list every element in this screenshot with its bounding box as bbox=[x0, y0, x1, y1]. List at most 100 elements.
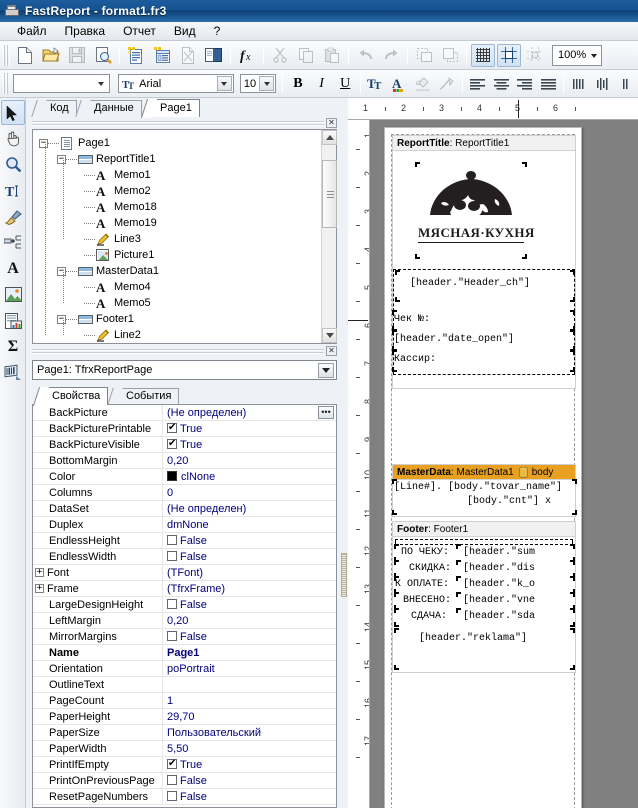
property-value[interactable]: (TFont) bbox=[163, 565, 336, 581]
tab-events[interactable]: События bbox=[114, 388, 179, 404]
tree-node-footer1[interactable]: −Footer1 bbox=[39, 311, 336, 327]
property-value[interactable] bbox=[163, 677, 336, 693]
tab-code[interactable]: Код bbox=[38, 100, 77, 116]
memo-sdacha-label[interactable]: СДАЧА: bbox=[395, 609, 455, 626]
font-name-combo[interactable]: TT Arial bbox=[118, 74, 234, 93]
menu-item-file[interactable]: Файл bbox=[8, 22, 56, 40]
property-row-outlinetext[interactable]: OutlineText bbox=[33, 677, 336, 693]
scroll-thumb[interactable] bbox=[322, 160, 337, 228]
bold-button[interactable]: B bbox=[287, 72, 309, 95]
menu-item-report[interactable]: Отчет bbox=[114, 22, 165, 40]
master-data-band-header[interactable]: MasterData: MasterData1 body bbox=[393, 465, 575, 480]
save-report-button[interactable] bbox=[65, 44, 89, 67]
tree-node-memo1[interactable]: AMemo1 bbox=[39, 167, 336, 183]
send-to-back-button[interactable] bbox=[438, 44, 462, 67]
splitter-grip[interactable] bbox=[341, 553, 347, 597]
property-row-backpicture[interactable]: BackPicture(Не определен)••• bbox=[33, 405, 336, 421]
new-report-button[interactable] bbox=[13, 44, 37, 67]
toolbar-grip[interactable] bbox=[3, 73, 9, 94]
select-tool-button[interactable] bbox=[1, 100, 25, 125]
panel-splitter[interactable] bbox=[340, 98, 348, 808]
italic-button[interactable]: I bbox=[311, 72, 333, 95]
property-value[interactable]: False bbox=[163, 629, 336, 645]
property-value[interactable]: True bbox=[163, 421, 336, 437]
property-expander[interactable]: + bbox=[35, 568, 44, 577]
tree-node-memo18[interactable]: AMemo18 bbox=[39, 199, 336, 215]
report-title-band-header[interactable]: ReportTitle: ReportTitle1 bbox=[393, 136, 575, 151]
scroll-down-arrow-icon[interactable] bbox=[322, 328, 337, 343]
property-checkbox[interactable] bbox=[167, 791, 177, 801]
property-checkbox[interactable] bbox=[167, 775, 177, 785]
table-object-button[interactable] bbox=[1, 308, 25, 333]
footer-band[interactable]: Footer: Footer1 ПО ЧЕКУ: [header."sum bbox=[392, 521, 576, 673]
new-dialog-button[interactable] bbox=[150, 44, 174, 67]
close-inspector-panel-icon[interactable]: ✕ bbox=[326, 346, 337, 356]
property-row-largedesignheight[interactable]: LargeDesignHeightFalse bbox=[33, 597, 336, 613]
property-value[interactable]: 0,20 bbox=[163, 613, 336, 629]
property-row-frame[interactable]: +Frame(TfrxFrame) bbox=[33, 581, 336, 597]
menu-item-view[interactable]: Вид bbox=[165, 22, 205, 40]
property-row-paperwidth[interactable]: PaperWidth5,50 bbox=[33, 741, 336, 757]
design-canvas[interactable]: ReportTitle: ReportTitle1 bbox=[370, 120, 638, 808]
property-row-bottommargin[interactable]: BottomMargin0,20 bbox=[33, 453, 336, 469]
property-value[interactable]: dmNone bbox=[163, 517, 336, 533]
property-row-pagecount[interactable]: PageCount1 bbox=[33, 693, 336, 709]
memo-sdacha-value[interactable]: [header."sda bbox=[457, 609, 574, 626]
memo-skidka-label[interactable]: СКИДКА: bbox=[395, 561, 455, 577]
barcode-object-button[interactable] bbox=[1, 360, 25, 385]
property-expander[interactable]: + bbox=[35, 584, 44, 593]
tree-expander[interactable]: − bbox=[39, 139, 48, 148]
text-tool-button[interactable]: T bbox=[1, 178, 25, 203]
align-left-button[interactable] bbox=[467, 72, 489, 95]
tree-node-memo5[interactable]: AMemo5 bbox=[39, 295, 336, 311]
insert-band-tool-button[interactable] bbox=[1, 230, 25, 255]
property-row-leftmargin[interactable]: LeftMargin0,20 bbox=[33, 613, 336, 629]
memo-line-tovar[interactable]: [Line#]. [body."tovar_name"] [body."cnt"… bbox=[393, 480, 576, 514]
property-row-resetpagenumbers[interactable]: ResetPageNumbersFalse bbox=[33, 789, 336, 805]
tree-node-reporttitle1[interactable]: −ReportTitle1 bbox=[39, 151, 336, 167]
bring-to-front-button[interactable] bbox=[412, 44, 436, 67]
property-checkbox[interactable] bbox=[167, 759, 177, 769]
memo-po-cheku-value[interactable]: [header."sum bbox=[457, 545, 574, 561]
tab-page1[interactable]: Page1 bbox=[148, 99, 200, 117]
property-value[interactable]: Page1 bbox=[163, 645, 336, 661]
redo-button[interactable] bbox=[379, 44, 403, 67]
property-value[interactable]: 0 bbox=[163, 485, 336, 501]
property-value[interactable]: False bbox=[163, 773, 336, 789]
master-data-band[interactable]: MasterData: MasterData1 body [Line#]. [b… bbox=[392, 464, 576, 517]
property-row-dataset[interactable]: DataSet(Не определен) bbox=[33, 501, 336, 517]
property-value[interactable]: (TfrxFrame) bbox=[163, 581, 336, 597]
tree-node-masterdata1[interactable]: −MasterData1 bbox=[39, 263, 336, 279]
tree-expander[interactable]: − bbox=[57, 155, 66, 164]
zoom-combo[interactable]: 100% bbox=[552, 45, 602, 66]
property-value[interactable]: (Не определен) bbox=[163, 501, 336, 517]
underline-button[interactable]: U bbox=[334, 72, 356, 95]
property-row-papersize[interactable]: PaperSizeПользовательский bbox=[33, 725, 336, 741]
tree-expander[interactable]: − bbox=[57, 267, 66, 276]
property-row-printonpreviouspage[interactable]: PrintOnPreviousPageFalse bbox=[33, 773, 336, 789]
property-value[interactable]: 1 bbox=[163, 693, 336, 709]
memo-object-button[interactable]: A bbox=[1, 256, 25, 281]
new-page-button[interactable] bbox=[124, 44, 148, 67]
property-value[interactable]: poPortrait bbox=[163, 661, 336, 677]
sum-object-button[interactable]: Σ bbox=[1, 334, 25, 359]
tree-expander[interactable]: − bbox=[57, 315, 66, 324]
menu-item-edit[interactable]: Правка bbox=[56, 22, 115, 40]
tab-properties[interactable]: Свойства bbox=[40, 387, 108, 405]
format-copy-tool-button[interactable] bbox=[1, 204, 25, 229]
tree-vertical-scrollbar[interactable] bbox=[321, 130, 336, 343]
insert-expression-button[interactable]: fx bbox=[235, 44, 259, 67]
memo-skidka-value[interactable]: [header."dis bbox=[457, 561, 574, 577]
memo-reklama[interactable]: [header."reklama"] bbox=[395, 629, 574, 669]
property-ellipsis-button[interactable]: ••• bbox=[318, 406, 334, 419]
property-row-backpictureprintable[interactable]: BackPicturePrintableTrue bbox=[33, 421, 336, 437]
property-value[interactable]: (Не определен)••• bbox=[163, 405, 336, 421]
property-value[interactable]: False bbox=[163, 549, 336, 565]
report-title-band[interactable]: ReportTitle: ReportTitle1 bbox=[392, 135, 576, 389]
tree-node-memo4[interactable]: AMemo4 bbox=[39, 279, 336, 295]
property-value[interactable]: True bbox=[163, 437, 336, 453]
format-painter-button[interactable] bbox=[436, 72, 458, 95]
undo-button[interactable] bbox=[353, 44, 377, 67]
memo-k-oplate-value[interactable]: [header."k_o bbox=[457, 577, 574, 593]
property-value[interactable]: Пользовательский bbox=[163, 725, 336, 741]
